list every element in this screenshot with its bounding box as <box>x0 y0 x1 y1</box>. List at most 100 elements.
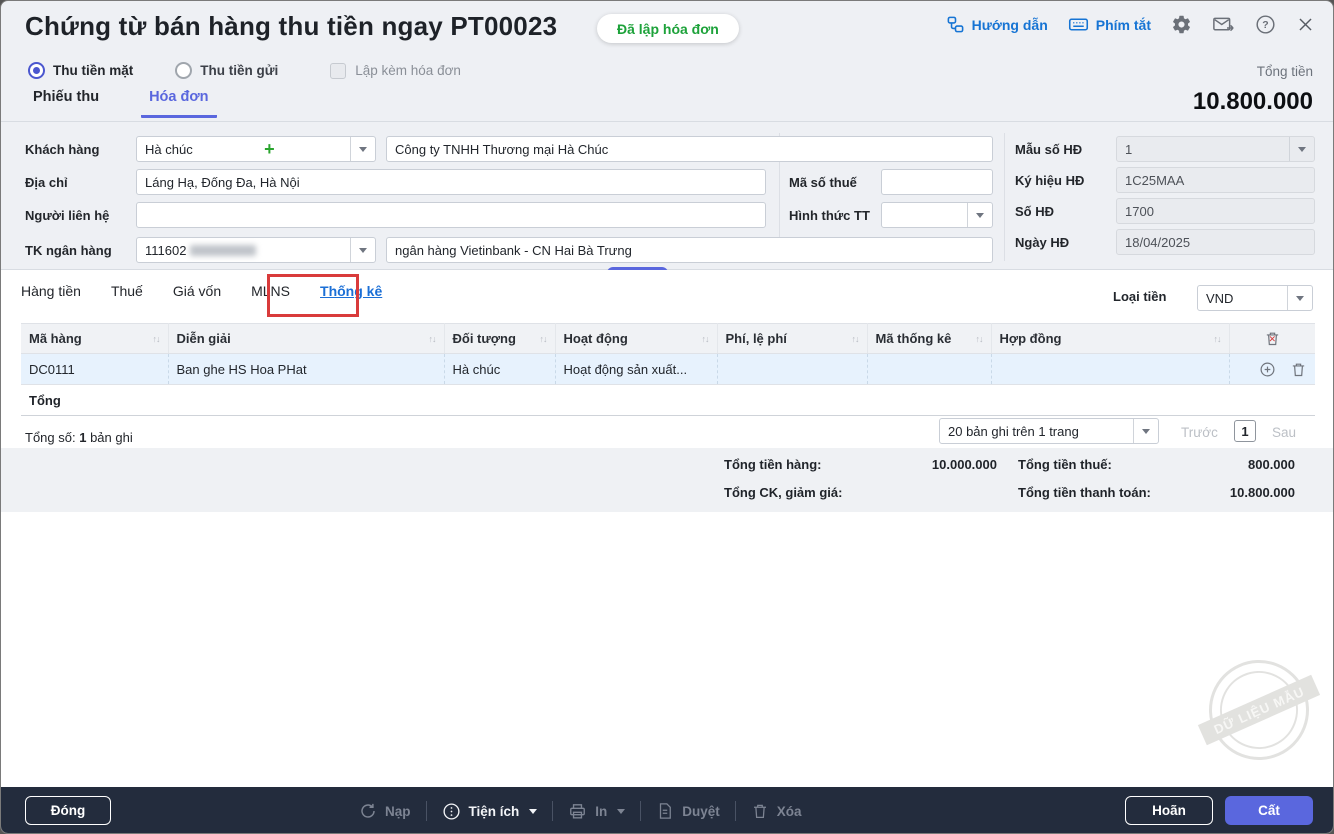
currency-select[interactable]: VND <box>1197 285 1313 311</box>
col-hop-dong[interactable]: Hợp đồng ↑↓ <box>991 323 1230 354</box>
cell-ma-thong-ke[interactable] <box>866 353 991 385</box>
tab-mlns[interactable]: MLNS <box>251 283 290 299</box>
page-size-select[interactable]: 20 bản ghi trên 1 trang <box>939 418 1159 444</box>
add-customer-icon[interactable]: + <box>264 140 279 158</box>
bank-name-input[interactable]: ngân hàng Vietinbank - CN Hai Bà Trưng <box>386 237 993 263</box>
bank-account-combo[interactable]: 111602 <box>136 237 376 263</box>
total-amount-label: Tổng tiền <box>1256 64 1313 79</box>
keyboard-icon <box>1068 18 1088 31</box>
sample-data-watermark: DỮ LIỆU MẪU <box>1192 643 1326 777</box>
cell-hoat-dong[interactable]: Hoạt động sản xuất... <box>554 353 717 385</box>
sort-icon[interactable]: ↑↓ <box>153 334 161 344</box>
invoice-template-select[interactable]: 1 <box>1116 136 1315 162</box>
record-count-summary: Tổng số: 1 bản ghi <box>25 430 133 445</box>
tax-code-input[interactable] <box>881 169 993 195</box>
table-header-row: Mã hàng ↑↓ Diễn giải ↑↓ Đối tượng ↑↓ Hoạt đ… <box>21 323 1315 354</box>
divider <box>640 801 642 821</box>
print-button[interactable]: In <box>568 802 626 821</box>
sort-icon[interactable]: ↑↓ <box>852 334 860 344</box>
settings-button[interactable] <box>1171 14 1192 35</box>
invoice-checkbox-label: Lập kèm hóa đơn <box>355 63 461 78</box>
utilities-icon <box>442 802 460 820</box>
chevron-down-icon <box>1296 295 1304 301</box>
invoice-checkbox[interactable] <box>330 62 347 79</box>
address-input[interactable]: Láng Hạ, Đống Đa, Hà Nội <box>136 169 766 195</box>
form-divider-right <box>1004 133 1005 261</box>
col-ma-thong-ke[interactable]: Mã thống kê ↑↓ <box>867 323 992 354</box>
invoice-symbol-input: 1C25MAA <box>1116 167 1315 193</box>
table-row[interactable]: DC0111 Ban ghe HS Hoa PHat Hà chúc Hoạt … <box>21 353 1315 385</box>
status-badge: Đã lập hóa đơn <box>597 14 739 43</box>
col-delete-all[interactable]: ✕ <box>1229 323 1315 354</box>
tab-thue[interactable]: Thuế <box>111 283 143 299</box>
goods-total-label: Tổng tiền hàng: <box>724 457 822 472</box>
guide-link[interactable]: Hướng dẫn <box>946 15 1048 34</box>
cell-phi-le-phi[interactable] <box>716 353 867 385</box>
address-label: Địa chỉ <box>25 175 68 190</box>
chevron-down-icon <box>976 212 984 218</box>
next-page-button[interactable]: Sau <box>1272 425 1296 440</box>
invoice-template-dropdown-button[interactable] <box>1289 137 1314 161</box>
add-row-icon[interactable] <box>1259 361 1276 378</box>
contact-input[interactable] <box>136 202 766 228</box>
sort-icon[interactable]: ↑↓ <box>702 334 710 344</box>
cash-radio[interactable] <box>28 62 45 79</box>
total-amount-value: 10.800.000 <box>1192 88 1313 115</box>
cell-ma-hang[interactable]: DC0111 <box>21 353 168 385</box>
refresh-icon <box>361 803 375 818</box>
delete-row-icon[interactable] <box>1290 361 1307 378</box>
cell-doi-tuong[interactable]: Hà chúc <box>443 353 555 385</box>
sort-icon[interactable]: ↑↓ <box>540 334 548 344</box>
customer-combo[interactable]: Hà chúc + <box>136 136 376 162</box>
help-button[interactable]: ? <box>1255 14 1276 35</box>
postpone-button[interactable]: Hoãn <box>1125 796 1213 825</box>
svg-text:?: ? <box>1262 19 1268 31</box>
page-size-dropdown-button[interactable] <box>1133 419 1158 443</box>
col-phi-le-phi[interactable]: Phí, lệ phí ↑↓ <box>717 323 868 354</box>
col-ma-hang[interactable]: Mã hàng ↑↓ <box>21 323 169 354</box>
shortcut-link[interactable]: Phím tắt <box>1068 14 1151 35</box>
mail-send-icon <box>1213 17 1234 32</box>
customer-name-input[interactable]: Công ty TNHH Thương mại Hà Chúc <box>386 136 993 162</box>
tab-thong-ke[interactable]: Thống kê <box>320 283 382 299</box>
totals-strip: Tổng tiền hàng: 10.000.000 Tổng tiền thu… <box>1 448 1333 512</box>
tab-phieu-thu[interactable]: Phiếu thu <box>25 89 107 118</box>
sort-icon[interactable]: ↑↓ <box>1214 334 1222 344</box>
col-doi-tuong[interactable]: Đối tượng ↑↓ <box>444 323 556 354</box>
red-x-icon: ✕ <box>1268 334 1277 344</box>
cell-dien-giai[interactable]: Ban ghe HS Hoa PHat <box>167 353 444 385</box>
col-dien-giai[interactable]: Diễn giải ↑↓ <box>168 323 445 354</box>
invoice-symbol-label: Ký hiệu HĐ <box>1015 173 1085 188</box>
currency-dropdown-button[interactable] <box>1287 286 1312 310</box>
approve-button[interactable]: Duyệt <box>656 802 720 820</box>
bank-account-dropdown-button[interactable] <box>350 238 375 262</box>
tab-gia-von[interactable]: Giá vốn <box>173 283 221 299</box>
goods-total-value: 10.000.000 <box>931 457 997 472</box>
payment-options: Thu tiền mặt Thu tiền gửi Lập kèm hóa đơ… <box>28 62 461 79</box>
customer-dropdown-button[interactable] <box>350 137 375 161</box>
tab-hoa-don[interactable]: Hóa đơn <box>141 89 217 118</box>
document-icon <box>660 803 672 819</box>
header-actions: Hướng dẫn Phím tắt ? <box>946 14 1315 35</box>
delete-button[interactable]: Xóa <box>751 802 802 820</box>
prev-page-button[interactable]: Trước <box>1181 425 1218 440</box>
tab-hang-tien[interactable]: Hàng tiền <box>21 283 81 299</box>
send-feedback-button[interactable] <box>1212 14 1235 35</box>
tax-code-label: Mã số thuế <box>789 175 857 190</box>
save-button[interactable]: Cất <box>1225 796 1313 825</box>
payment-method-select[interactable] <box>881 202 993 228</box>
cell-hop-dong[interactable] <box>990 353 1229 385</box>
payment-method-dropdown-button[interactable] <box>967 203 992 227</box>
current-page-box[interactable]: 1 <box>1234 420 1256 442</box>
utilities-button[interactable]: Tiện ích <box>442 802 538 821</box>
deposit-radio[interactable] <box>175 62 193 79</box>
close-button[interactable] <box>1296 15 1315 34</box>
close-window-button[interactable]: Đóng <box>25 796 111 825</box>
reload-button[interactable]: Nạp <box>359 802 411 820</box>
chevron-down-icon <box>617 808 626 814</box>
col-hoat-dong[interactable]: Hoạt động ↑↓ <box>555 323 718 354</box>
sort-icon[interactable]: ↑↓ <box>429 334 437 344</box>
header-divider <box>1 121 1333 122</box>
sort-icon[interactable]: ↑↓ <box>976 334 984 344</box>
invoice-date-label: Ngày HĐ <box>1015 235 1070 250</box>
